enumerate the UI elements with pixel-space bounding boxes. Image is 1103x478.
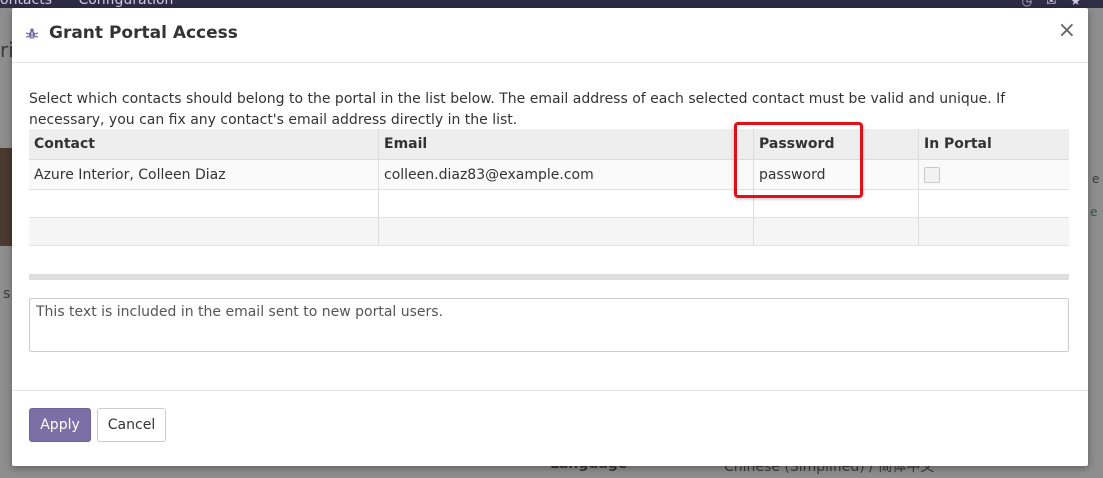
topbar-icons: ◷✉★ [1022, 0, 1095, 8]
avatar [0, 148, 12, 246]
dialog-footer: Apply Cancel [12, 390, 1088, 467]
close-icon[interactable]: × [1058, 20, 1076, 42]
background-right-text: e [1092, 172, 1100, 186]
menu-item-contacts[interactable]: ontacts [0, 0, 52, 8]
column-header-email[interactable]: Email [378, 129, 754, 160]
chat-icon[interactable]: ✉ [1046, 0, 1070, 8]
table-footer [29, 274, 1069, 280]
menu-item-configuration[interactable]: Configuration [78, 0, 173, 8]
empty-row [29, 189, 1069, 218]
column-header-contact[interactable]: Contact [29, 129, 379, 160]
star-icon[interactable]: ★ [1070, 0, 1095, 8]
empty-row [29, 217, 1069, 246]
dialog-header: Grant Portal Access × [12, 8, 1088, 63]
column-header-in-portal[interactable]: In Portal [918, 129, 1069, 160]
background-menu: ontacts Configuration [0, 0, 195, 8]
apply-button[interactable]: Apply [29, 408, 91, 442]
welcome-message-placeholder: This text is included in the email sent … [36, 304, 444, 320]
table-row[interactable]: Azure Interior, Colleen Diaz colleen.dia… [29, 159, 1069, 190]
clock-icon[interactable]: ◷ [1022, 0, 1046, 8]
dialog-intro-text: Select which contacts should belong to t… [29, 91, 1006, 128]
background-topbar: ontacts Configuration ◷✉★ [0, 0, 1103, 8]
cancel-button[interactable]: Cancel [97, 408, 166, 442]
password-column-highlight [734, 122, 863, 198]
dialog-title: Grant Portal Access [49, 23, 238, 43]
portal-contacts-table: Contact Email Password In Portal Azure I… [29, 129, 1069, 246]
welcome-message-field[interactable]: This text is included in the email sent … [29, 298, 1069, 352]
background-right-link[interactable]: e [1090, 205, 1097, 219]
in-portal-checkbox[interactable] [924, 166, 940, 183]
in-portal-cell[interactable] [918, 159, 1069, 190]
table-header-row: Contact Email Password In Portal [29, 129, 1069, 160]
contact-cell[interactable]: Azure Interior, Colleen Diaz [29, 159, 379, 190]
grant-portal-access-dialog: Grant Portal Access × Select which conta… [12, 8, 1088, 466]
email-cell[interactable]: colleen.diaz83@example.com [378, 159, 754, 190]
bug-icon[interactable] [25, 27, 39, 41]
